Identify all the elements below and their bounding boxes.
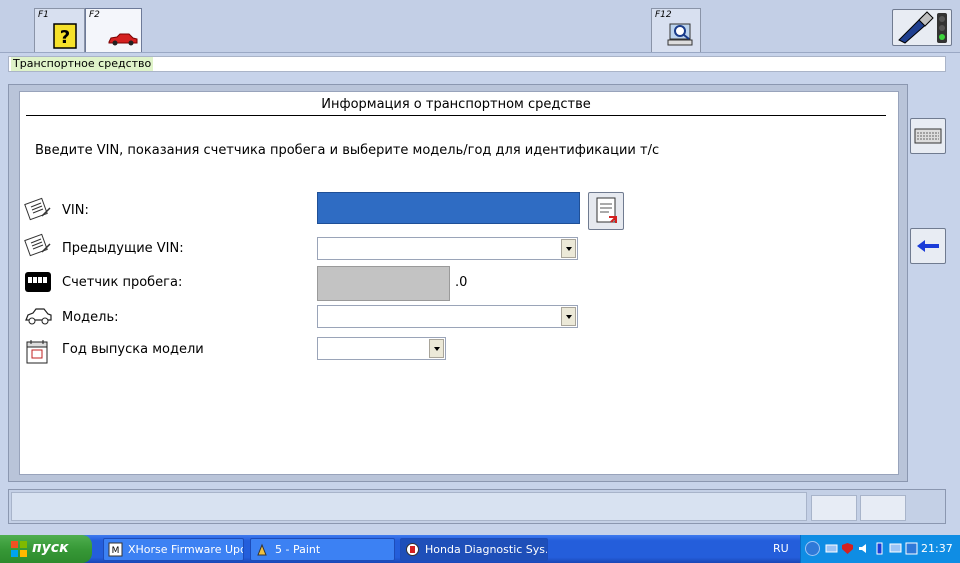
odometer-decimal-suffix: .0 [455,275,468,290]
car-icon [108,33,138,46]
keyboard-icon [914,128,942,144]
monitor-icon[interactable] [889,542,902,555]
xhorse-app-icon: M [108,542,123,557]
vin-label: VIN: [62,203,89,218]
paint-app-icon [257,543,267,556]
back-arrow-icon [917,240,939,252]
vehicle-info-form: Информация о транспортном средстве Введи… [19,91,899,475]
instruction-text: Введите VIN, показания счетчика пробега … [35,143,660,158]
f2-vehicle-tab[interactable]: F2 [85,8,142,52]
f12-key-label: F12 [655,10,672,20]
vin-input[interactable] [317,192,580,224]
model-car-icon [25,308,52,325]
clock[interactable]: 21:37 [921,542,953,555]
svg-text:?: ? [60,27,70,48]
start-button[interactable]: пуск [0,535,92,563]
odometer-input[interactable] [317,266,450,301]
system-tray: 21:37 [800,535,960,563]
chevron-left-icon[interactable] [805,541,820,556]
task-honda-diagnostic[interactable]: Honda Diagnostic Sys... [400,538,548,561]
keyboard-button[interactable] [910,118,946,154]
task-label: XHorse Firmware Upd... [128,543,243,556]
status-message-area [11,492,807,521]
windows-taskbar: пуск M XHorse Firmware Upd... 5 - Paint … [0,535,960,563]
f1-key-label: F1 [38,10,49,20]
previous-vin-label: Предыдущие VIN: [62,241,184,256]
breadcrumb: Транспортное средство [8,56,946,72]
odometer-label: Счетчик пробега: [62,275,183,290]
vin-lookup-button[interactable] [588,192,624,230]
status-box-1 [811,495,857,521]
connector-status-icon [898,11,947,44]
connector-status-button[interactable] [892,9,952,46]
volume-icon[interactable] [857,542,870,555]
calendar-icon [26,340,48,364]
f12-tab[interactable]: F12 [651,8,701,52]
honda-app-icon [406,543,419,556]
model-year-label: Год выпуска модели [62,342,204,357]
security-icon[interactable] [841,542,854,555]
f2-key-label: F2 [89,10,100,20]
help-icon: ? [53,23,77,49]
breadcrumb-current: Транспортное средство [11,57,154,71]
display-icon[interactable] [905,542,918,555]
vin-notepad-icon [24,197,51,221]
language-indicator[interactable]: RU [773,542,789,555]
status-box-2 [860,495,906,521]
back-button[interactable] [910,228,946,264]
usb-device-icon[interactable] [873,542,886,555]
search-computer-icon [667,23,693,46]
previous-vin-notepad-icon [24,233,51,257]
svg-text:M: M [112,546,120,556]
task-paint[interactable]: 5 - Paint [250,538,395,561]
model-year-select[interactable] [317,337,446,360]
chevron-down-icon[interactable] [561,307,576,326]
model-label: Модель: [62,310,119,325]
f1-help-tab[interactable]: F1 ? [34,8,85,52]
model-select[interactable] [317,305,578,328]
previous-vin-select[interactable] [317,237,578,260]
page-title: Информация о транспортном средстве [321,97,591,112]
task-label: 5 - Paint [275,543,321,556]
top-toolbar: F1 ? F2 F12 [0,0,960,53]
status-bar [8,489,946,524]
document-lookup-icon [596,197,617,223]
main-panel: Информация о транспортном средстве Введи… [8,84,908,482]
chevron-down-icon[interactable] [561,239,576,258]
network-icon[interactable] [825,542,838,555]
odometer-icon [25,272,51,292]
start-label: пуск [32,540,69,556]
task-xhorse[interactable]: M XHorse Firmware Upd... [103,538,244,561]
chevron-down-icon[interactable] [429,339,444,358]
windows-logo-icon [11,541,27,557]
title-divider [26,115,886,116]
task-label: Honda Diagnostic Sys... [425,543,548,556]
